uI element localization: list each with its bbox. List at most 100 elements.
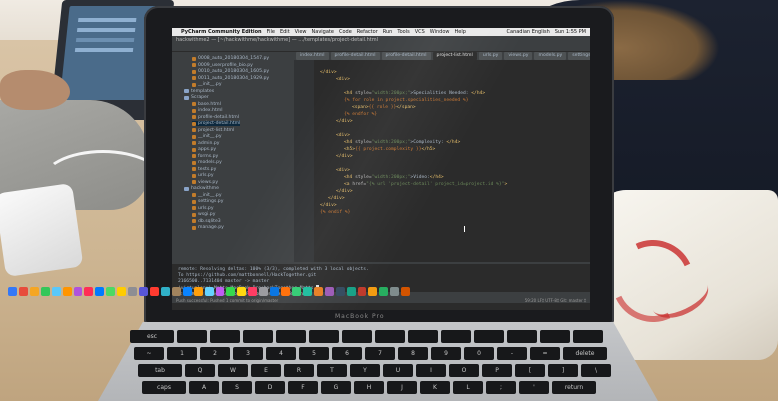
input-source[interactable]: Canadian English bbox=[507, 28, 550, 36]
dock-app-icon[interactable] bbox=[62, 286, 72, 296]
dock-app-icon[interactable] bbox=[95, 286, 105, 296]
keyboard-key[interactable]: return bbox=[552, 381, 596, 394]
editor-tab[interactable]: models.py bbox=[534, 52, 567, 60]
dock-app-icon[interactable] bbox=[346, 286, 356, 296]
menu-run[interactable]: Run bbox=[383, 28, 393, 36]
keyboard-key[interactable]: J bbox=[387, 381, 417, 394]
menu-vcs[interactable]: VCS bbox=[415, 28, 425, 36]
keyboard-key[interactable]: 3 bbox=[233, 347, 263, 360]
dock-app-icon[interactable] bbox=[171, 286, 181, 296]
keyboard-key[interactable]: 8 bbox=[398, 347, 428, 360]
tree-file[interactable]: db.sqlite3 bbox=[192, 219, 221, 224]
keyboard-key[interactable]: L bbox=[453, 381, 483, 394]
dock-app-icon[interactable] bbox=[40, 286, 50, 296]
dock-app-icon[interactable] bbox=[291, 286, 301, 296]
keyboard-key[interactable]: T bbox=[317, 364, 347, 377]
dock-app-icon[interactable] bbox=[368, 286, 378, 296]
dock-app-icon[interactable] bbox=[357, 286, 367, 296]
tree-file[interactable]: models.py bbox=[192, 160, 222, 165]
editor-tab[interactable]: urls.py bbox=[478, 52, 503, 60]
tree-file[interactable]: tests.py bbox=[192, 167, 216, 172]
tree-file[interactable]: 0009_userprofile_bio.py bbox=[192, 63, 253, 68]
menu-edit[interactable]: Edit bbox=[280, 28, 290, 36]
keyboard-key[interactable]: S bbox=[222, 381, 252, 394]
tree-file[interactable]: 0010_auto_20180304_1605.py bbox=[192, 69, 269, 74]
dock-app-icon[interactable] bbox=[73, 286, 83, 296]
tree-file[interactable]: admin.py bbox=[192, 141, 220, 146]
dock-app-icon[interactable] bbox=[281, 286, 290, 296]
tree-folder[interactable]: hackwithme bbox=[184, 186, 219, 191]
dock-app-icon[interactable] bbox=[149, 286, 159, 296]
dock-app-icon[interactable] bbox=[8, 286, 17, 296]
tree-file[interactable]: manage.py bbox=[192, 225, 224, 230]
dock-app-icon[interactable] bbox=[18, 286, 28, 296]
keyboard-key[interactable]: O bbox=[449, 364, 479, 377]
dock-app-icon[interactable] bbox=[128, 286, 138, 296]
dock-app-icon[interactable] bbox=[51, 286, 61, 296]
menu-navigate[interactable]: Navigate bbox=[312, 28, 334, 36]
keyboard-key[interactable]: \ bbox=[581, 364, 611, 377]
dock-app-icon[interactable] bbox=[182, 286, 192, 296]
keyboard-key[interactable] bbox=[507, 330, 537, 343]
keyboard-key[interactable] bbox=[474, 330, 504, 343]
keyboard-key[interactable] bbox=[540, 330, 570, 343]
tree-file[interactable]: forms.py bbox=[192, 154, 218, 159]
keyboard-key[interactable]: ' bbox=[519, 381, 549, 394]
keyboard-key[interactable]: 1 bbox=[167, 347, 197, 360]
menu-tools[interactable]: Tools bbox=[397, 28, 409, 36]
keyboard-key[interactable]: 6 bbox=[332, 347, 362, 360]
tree-file[interactable]: apps.py bbox=[192, 147, 216, 152]
menu-view[interactable]: View bbox=[295, 28, 307, 36]
status-indicators[interactable]: 59:20 LF‡ UTF-8‡ Git: master ‡ bbox=[525, 298, 586, 303]
tree-file[interactable]: index.html bbox=[192, 108, 223, 113]
keyboard-key[interactable] bbox=[408, 330, 438, 343]
tree-file[interactable]: project-list.html bbox=[192, 128, 234, 133]
menubar-clock[interactable]: Sun 1:55 PM bbox=[555, 28, 586, 36]
keyboard-key[interactable] bbox=[573, 330, 603, 343]
dock-app-icon[interactable] bbox=[117, 286, 127, 296]
keyboard-key[interactable]: 5 bbox=[299, 347, 329, 360]
keyboard-key[interactable]: Q bbox=[185, 364, 215, 377]
tree-file[interactable]: profile-detail.html bbox=[192, 115, 239, 120]
dock-app-icon[interactable] bbox=[248, 286, 258, 296]
tree-file[interactable]: urls.py bbox=[192, 173, 214, 178]
dock-app-icon[interactable] bbox=[324, 286, 334, 296]
keyboard-key[interactable]: I bbox=[416, 364, 446, 377]
tree-file[interactable]: 0008_auto_20180304_1547.py bbox=[192, 56, 269, 61]
dock-app-icon[interactable] bbox=[139, 286, 148, 296]
menubar-app-name[interactable]: PyCharm Community Edition bbox=[181, 28, 262, 36]
keyboard-key[interactable] bbox=[210, 330, 240, 343]
keyboard-key[interactable]: F bbox=[288, 381, 318, 394]
menu-refactor[interactable]: Refactor bbox=[357, 28, 378, 36]
dock-app-icon[interactable] bbox=[204, 286, 214, 296]
tree-folder[interactable]: templates bbox=[184, 89, 214, 94]
keyboard-key[interactable]: 4 bbox=[266, 347, 296, 360]
editor-tab[interactable]: views.py bbox=[504, 52, 533, 60]
keyboard-key[interactable]: esc bbox=[130, 330, 174, 343]
keyboard-key[interactable] bbox=[375, 330, 405, 343]
dock-app-icon[interactable] bbox=[215, 286, 225, 296]
dock-app-icon[interactable] bbox=[29, 286, 39, 296]
dock-app-icon[interactable] bbox=[84, 286, 94, 296]
dock-app-icon[interactable] bbox=[270, 286, 280, 296]
keyboard-key[interactable]: 2 bbox=[200, 347, 230, 360]
dock-app-icon[interactable] bbox=[379, 286, 389, 296]
keyboard-key[interactable] bbox=[342, 330, 372, 343]
keyboard-key[interactable]: R bbox=[284, 364, 314, 377]
tree-file[interactable]: settings.py bbox=[192, 199, 223, 204]
keyboard-key[interactable]: W bbox=[218, 364, 248, 377]
keyboard-key[interactable]: = bbox=[530, 347, 560, 360]
keyboard-key[interactable]: delete bbox=[563, 347, 607, 360]
menu-help[interactable]: Help bbox=[455, 28, 466, 36]
keyboard-key[interactable] bbox=[441, 330, 471, 343]
keyboard-key[interactable]: tab bbox=[138, 364, 182, 377]
keyboard-key[interactable]: ; bbox=[486, 381, 516, 394]
keyboard-key[interactable]: E bbox=[251, 364, 281, 377]
keyboard-key[interactable]: D bbox=[255, 381, 285, 394]
keyboard-key[interactable]: 9 bbox=[431, 347, 461, 360]
tree-file[interactable]: views.py bbox=[192, 180, 218, 185]
dock-app-icon[interactable] bbox=[193, 286, 203, 296]
tree-file[interactable]: __init__.py bbox=[192, 193, 222, 198]
editor-tab[interactable]: settings.py bbox=[568, 52, 590, 60]
keyboard-key[interactable] bbox=[177, 330, 207, 343]
